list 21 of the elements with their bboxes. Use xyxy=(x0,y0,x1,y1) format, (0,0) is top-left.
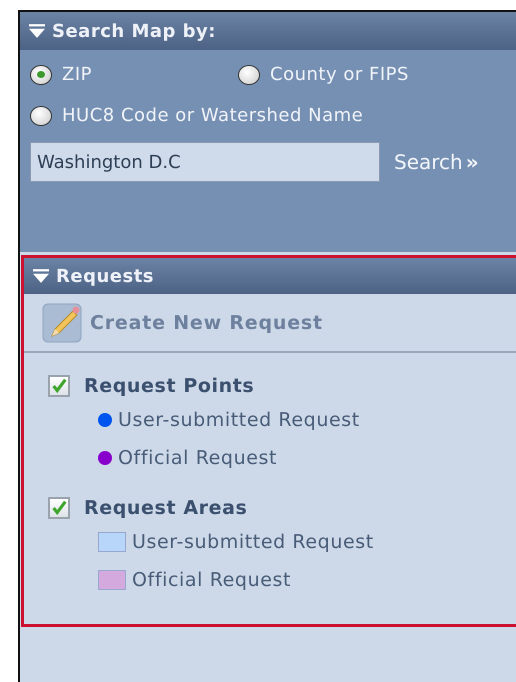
panel-title: Requests xyxy=(56,266,154,286)
create-request-button[interactable]: Create New Request xyxy=(90,312,323,334)
radio-button[interactable] xyxy=(30,64,52,84)
radio-button[interactable] xyxy=(238,64,260,84)
checkbox[interactable] xyxy=(48,497,70,519)
panel-header[interactable]: Requests xyxy=(24,258,516,294)
radio-button[interactable] xyxy=(30,106,52,126)
layer-title: Request Points xyxy=(84,375,254,397)
radio-label: County or FIPS xyxy=(270,64,409,85)
panel-header[interactable]: Search Map by: xyxy=(20,12,516,50)
legend-label: User-submitted Request xyxy=(132,531,374,553)
radio-label: ZIP xyxy=(62,64,92,85)
checkbox[interactable] xyxy=(48,375,70,397)
search-field[interactable]: Washington D.C xyxy=(30,142,380,182)
legend-label: User-submitted Request xyxy=(118,409,360,431)
search-button[interactable]: Search» xyxy=(394,150,479,174)
layer-title: Request Areas xyxy=(84,497,248,519)
legend-label: Official Request xyxy=(118,447,278,469)
panel-title: Search Map by: xyxy=(52,20,216,42)
legend-label: Official Request xyxy=(132,569,292,591)
radio-label: HUC8 Code or Watershed Name xyxy=(62,105,364,126)
